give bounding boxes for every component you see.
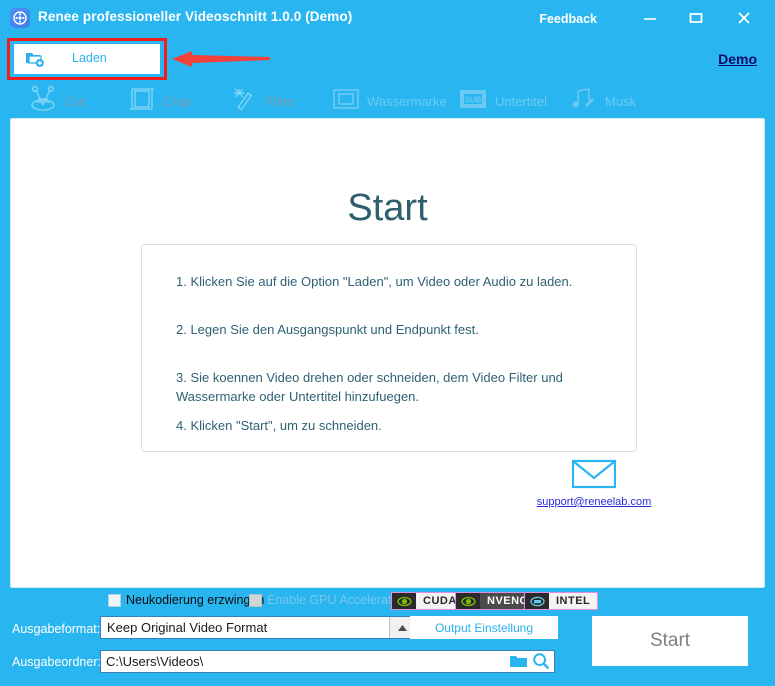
feedback-button[interactable]: Feedback (539, 12, 597, 26)
tool-subtitle[interactable]: SUB Untertitel (458, 84, 547, 118)
badge-cuda: CUDA (391, 592, 465, 610)
badge-intel: INTEL (524, 592, 599, 610)
tool-watermark[interactable]: Wassermarke (332, 84, 447, 118)
minimize-icon[interactable] (637, 6, 663, 30)
start-heading: Start (347, 187, 428, 229)
feature-toolbar: Cut Crop Filter Wassermarke SUB Untertit… (0, 84, 775, 118)
tool-cut[interactable]: Cut (28, 84, 85, 118)
tool-crop[interactable]: Crop (128, 84, 191, 118)
output-settings-button[interactable]: Output Einstellung (410, 616, 558, 639)
instruction-step-2: 2. Legen Sie den Ausgangspunkt und Endpu… (176, 322, 479, 337)
magnifier-icon[interactable] (532, 652, 550, 675)
instruction-step-4: 4. Klicken "Start", um zu schneiden. (176, 418, 382, 433)
nvidia-eye-icon (456, 593, 480, 609)
load-button-label: Laden (72, 51, 107, 65)
tool-subtitle-label: Untertitel (495, 93, 548, 109)
tool-filter-label: Filter (266, 93, 295, 109)
badge-intel-label: INTEL (549, 593, 598, 609)
watermark-frame-icon (332, 87, 360, 116)
magic-wand-icon (231, 86, 259, 117)
scissors-icon (28, 85, 58, 117)
close-icon[interactable] (731, 6, 757, 30)
sub-film-icon: SUB (458, 87, 488, 116)
start-button[interactable]: Start (592, 616, 748, 666)
add-folder-icon (25, 50, 45, 73)
support-email-link[interactable]: support@reneelab.com (529, 496, 659, 508)
output-format-select[interactable]: Keep Original Video Format (100, 616, 416, 639)
instruction-step-3: 3. Sie koennen Video drehen oder schneid… (176, 370, 563, 404)
annotation-arrow-icon (172, 50, 270, 68)
tool-music-label: Musk (605, 93, 637, 109)
instruction-step-1: 1. Klicken Sie auf die Option "Laden", u… (176, 274, 573, 289)
tool-crop-label: Crop (163, 93, 192, 109)
folder-icon[interactable] (509, 653, 528, 674)
intel-chip-icon (525, 593, 549, 609)
output-folder-value: C:\Users\Videos\ (106, 654, 204, 669)
tool-music[interactable]: Musk (570, 84, 636, 118)
gpu-acceleration-checkbox[interactable] (249, 594, 262, 607)
title-bar: Renee professioneller Videoschnitt 1.0.0… (0, 0, 775, 36)
svg-text:SUB: SUB (465, 95, 482, 104)
music-note-pencil-icon (570, 86, 598, 117)
film-reel-icon (10, 8, 30, 28)
output-folder-input[interactable]: C:\Users\Videos\ (100, 650, 555, 673)
tool-cut-label: Cut (65, 93, 86, 109)
crop-film-icon (128, 86, 156, 117)
instructions-box: 1. Klicken Sie auf die Option "Laden", u… (141, 244, 637, 452)
nvidia-eye-icon (392, 593, 416, 609)
recode-label: Neukodierung erzwingen (126, 593, 265, 607)
tool-filter[interactable]: Filter (231, 84, 295, 118)
tool-watermark-label: Wassermarke (367, 93, 447, 109)
options-row: Neukodierung erzwingen Enable GPU Accele… (0, 592, 775, 614)
load-button[interactable]: Laden (14, 44, 160, 74)
page-title: Renee professioneller Videoschnitt 1.0.0… (38, 9, 353, 24)
demo-link[interactable]: Demo (718, 51, 757, 67)
envelope-icon[interactable] (571, 459, 617, 493)
support-block: support@reneelab.com (529, 459, 659, 508)
gpu-acceleration-label: Enable GPU Acceleration (267, 593, 409, 607)
recode-checkbox[interactable] (108, 594, 121, 607)
maximize-icon[interactable] (683, 6, 709, 30)
output-folder-label: Ausgabeordner: (12, 655, 101, 669)
output-format-label: Ausgabeformat: (12, 622, 101, 636)
main-panel: Start 1. Klicken Sie auf die Option "Lad… (10, 118, 765, 588)
output-format-value: Keep Original Video Format (107, 620, 268, 635)
output-folder-actions (509, 652, 550, 675)
